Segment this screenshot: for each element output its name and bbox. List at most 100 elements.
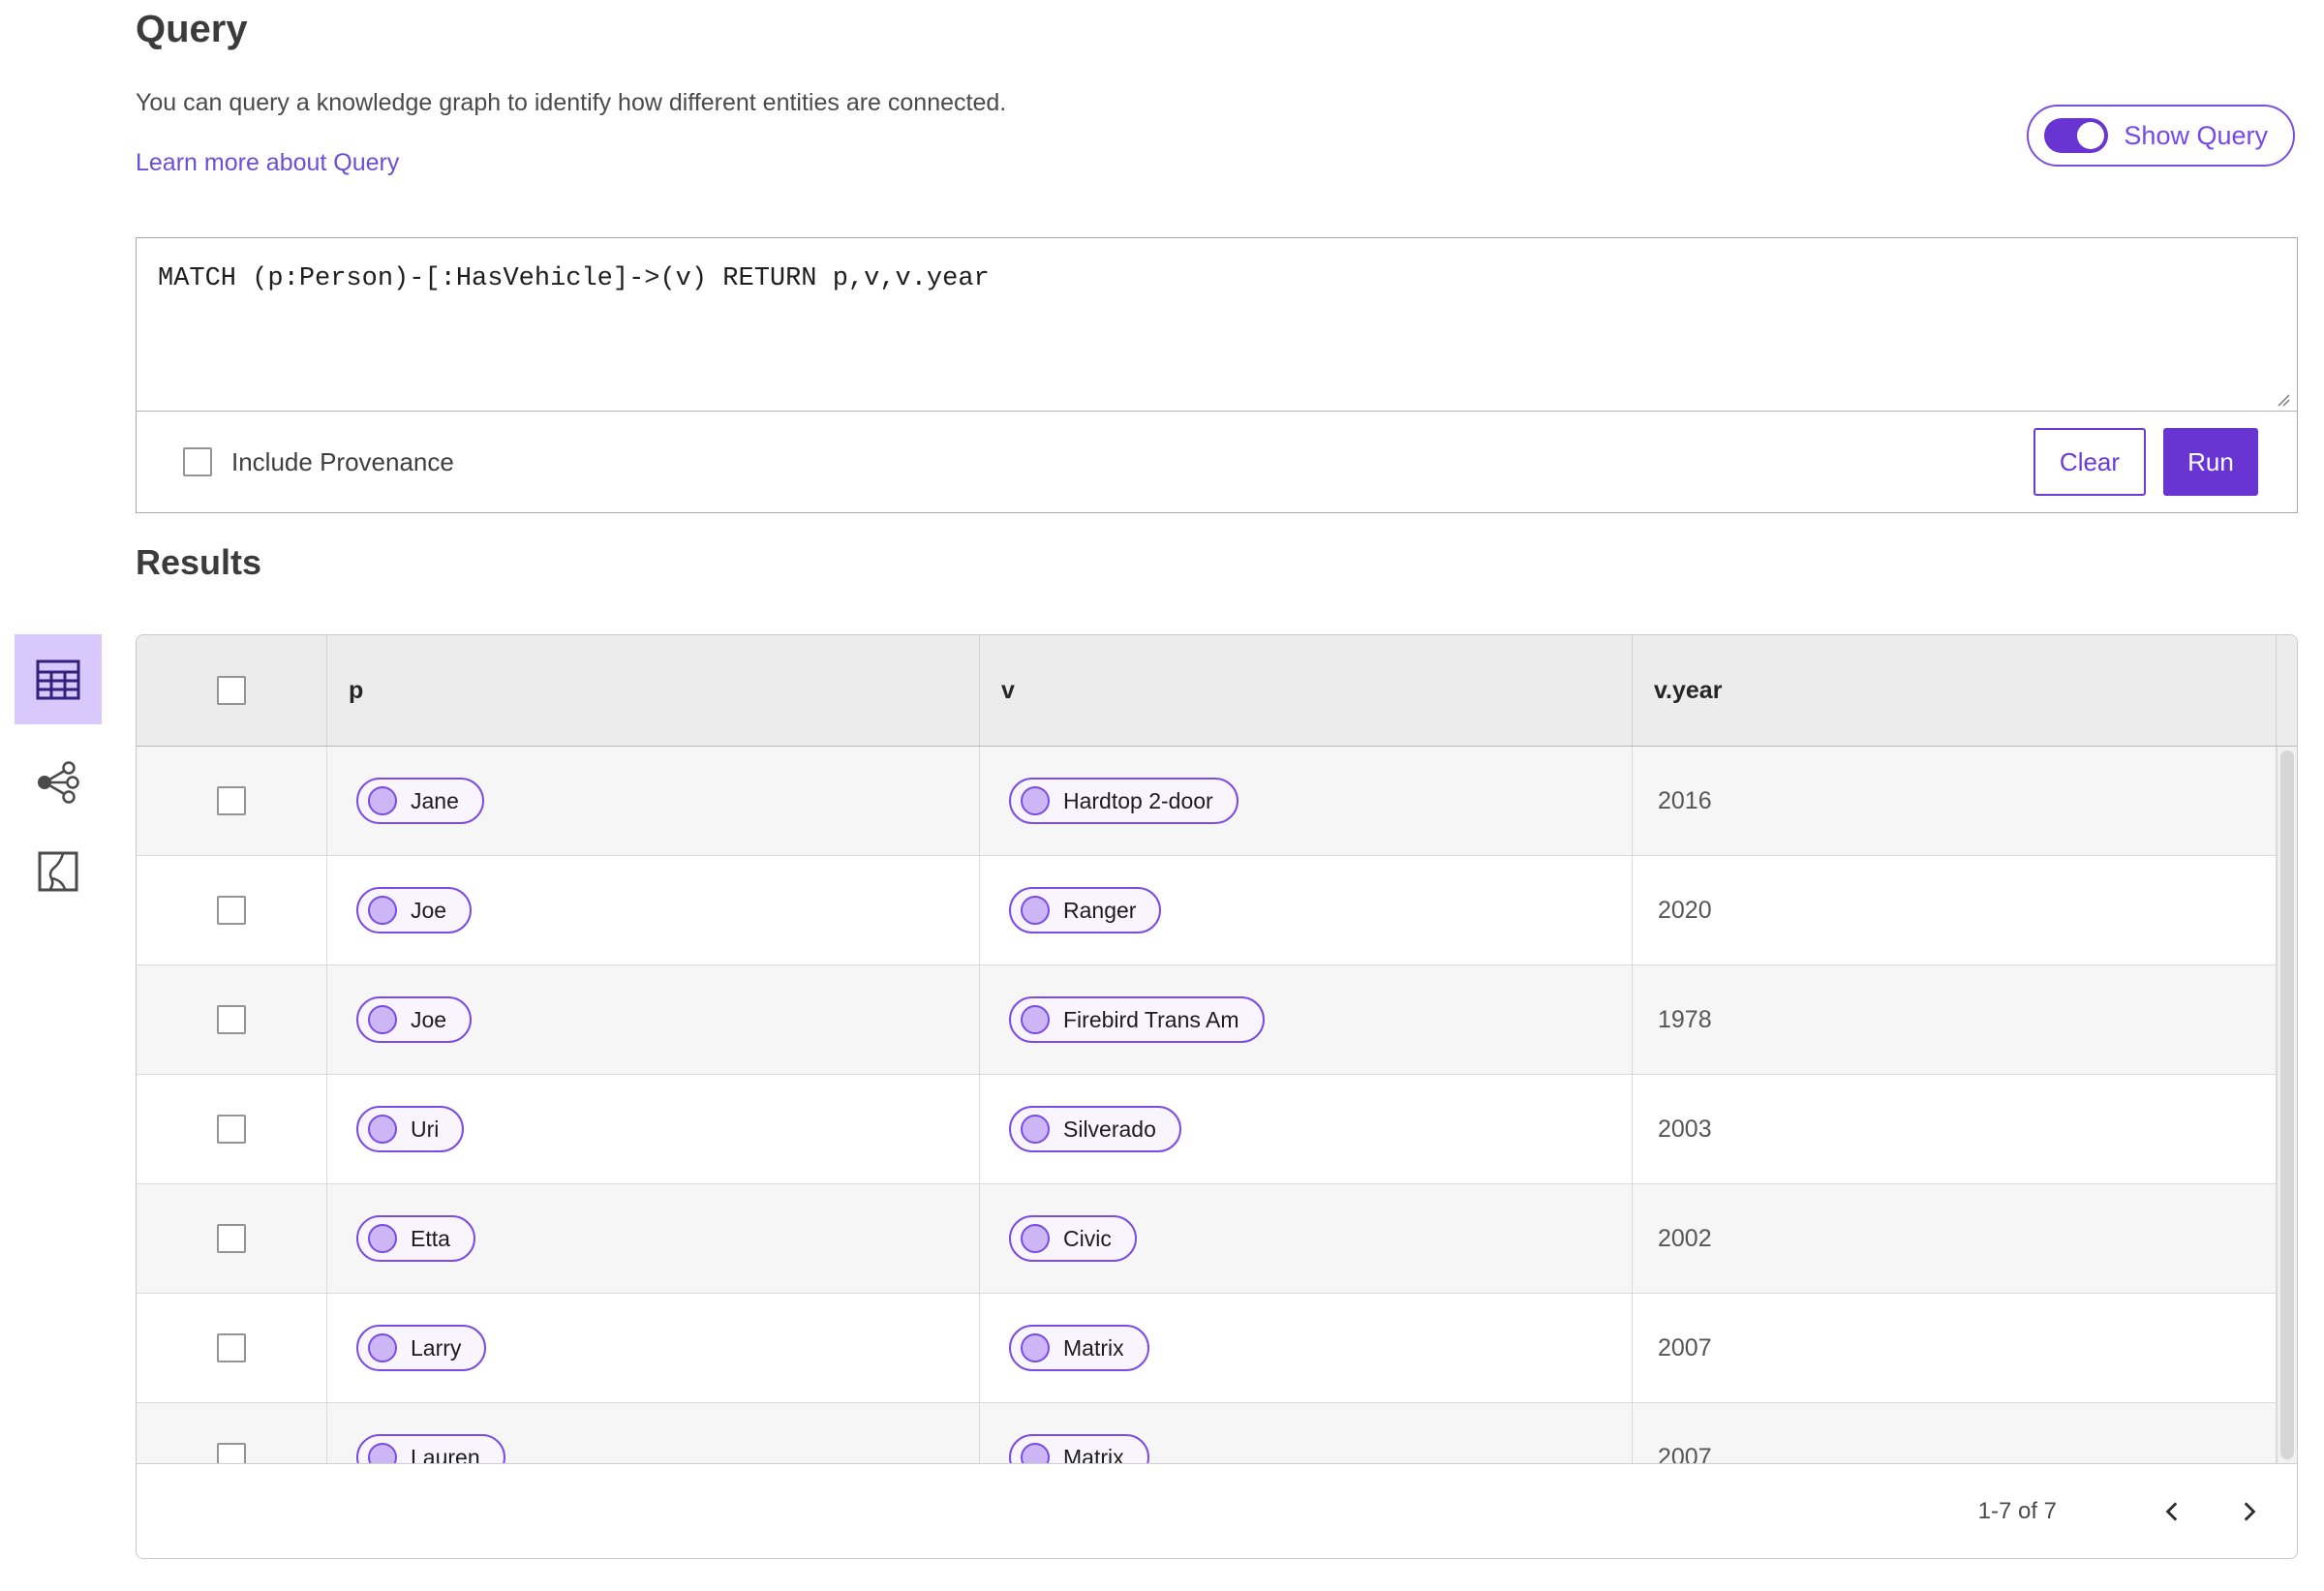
node-icon <box>368 1333 397 1362</box>
node-label: Joe <box>411 897 447 923</box>
node-label: Etta <box>411 1225 450 1251</box>
table-row: Etta Civic 2002 <box>137 1184 2297 1294</box>
view-item-map[interactable] <box>15 841 102 903</box>
node-label: Ranger <box>1063 897 1137 923</box>
node-label: Larry <box>411 1334 462 1361</box>
node-label: Uri <box>411 1116 440 1142</box>
person-node-pill[interactable]: Joe <box>356 887 473 933</box>
node-label: Jane <box>411 787 459 813</box>
row-select-cell <box>137 1075 327 1183</box>
vehicle-node-pill[interactable]: Silverado <box>1009 1106 1181 1152</box>
node-label: Matrix <box>1063 1334 1124 1361</box>
toggle-knob <box>2077 122 2105 149</box>
table-body: Jane Hardtop 2-door 2016 Joe Ranger 2020… <box>137 747 2297 1558</box>
vehicle-node-pill[interactable]: Firebird Trans Am <box>1009 996 1265 1043</box>
chevron-left-icon[interactable] <box>2152 1490 2194 1533</box>
table-pagination: 1-7 of 7 <box>137 1463 2297 1558</box>
row-select-cell <box>137 1294 327 1402</box>
toggle-switch-icon[interactable] <box>2044 118 2109 153</box>
chevron-right-icon[interactable] <box>2227 1490 2270 1533</box>
header-select-cell <box>137 635 327 746</box>
vertical-scrollbar[interactable] <box>2277 747 2297 1463</box>
cell-v: Matrix <box>980 1294 1633 1402</box>
cell-v: Hardtop 2-door <box>980 747 1633 855</box>
node-icon <box>1021 1333 1050 1362</box>
node-icon <box>1021 1224 1050 1253</box>
page-title: Query <box>136 8 248 50</box>
cell-vyear: 1978 <box>1633 965 2277 1074</box>
view-item-graph[interactable] <box>15 751 102 813</box>
node-label: Civic <box>1063 1225 1112 1251</box>
row-select-cell <box>137 965 327 1074</box>
cell-vyear: 2007 <box>1633 1294 2277 1402</box>
page: { "query_section": { "title": "Query", "… <box>0 0 2324 1591</box>
row-checkbox[interactable] <box>217 896 246 925</box>
node-icon <box>368 896 397 925</box>
clear-button[interactable]: Clear <box>2034 428 2146 496</box>
cell-p: Uri <box>327 1075 980 1183</box>
query-input[interactable]: MATCH (p:Person)-[:HasVehicle]->(v) RETU… <box>137 238 2297 412</box>
person-node-pill[interactable]: Joe <box>356 996 473 1043</box>
node-icon <box>1021 1005 1050 1034</box>
learn-more-link[interactable]: Learn more about Query <box>136 149 399 177</box>
cell-p: Joe <box>327 965 980 1074</box>
cell-v: Silverado <box>980 1075 1633 1183</box>
vehicle-node-pill[interactable]: Civic <box>1009 1215 1137 1262</box>
node-label: Silverado <box>1063 1116 1156 1142</box>
select-all-checkbox[interactable] <box>217 676 246 705</box>
node-icon <box>368 1005 397 1034</box>
row-checkbox[interactable] <box>217 1005 246 1034</box>
map-view-icon <box>38 851 78 892</box>
person-node-pill[interactable]: Larry <box>356 1325 487 1371</box>
row-select-cell <box>137 856 327 964</box>
table-header: p v v.year <box>137 635 2297 747</box>
vehicle-node-pill[interactable]: Matrix <box>1009 1325 1149 1371</box>
column-header-p: p <box>327 635 980 746</box>
include-provenance-checkbox[interactable] <box>183 447 212 476</box>
table-row: Larry Matrix 2007 <box>137 1294 2297 1403</box>
scrollbar-thumb[interactable] <box>2280 750 2294 1459</box>
column-header-v: v <box>980 635 1633 746</box>
person-node-pill[interactable]: Etta <box>356 1215 475 1262</box>
node-label: Hardtop 2-door <box>1063 787 1213 813</box>
results-table-card: p v v.year Jane Hardtop 2-door 2016 Joe … <box>136 634 2298 1559</box>
cell-vyear: 2016 <box>1633 747 2277 855</box>
row-checkbox[interactable] <box>217 1333 246 1362</box>
run-button[interactable]: Run <box>2163 428 2258 496</box>
node-label: Firebird Trans Am <box>1063 1006 1239 1032</box>
node-icon <box>368 1224 397 1253</box>
graph-view-icon <box>38 761 79 804</box>
query-actions: Clear Run <box>2034 428 2258 496</box>
node-icon <box>1021 786 1050 815</box>
cell-vyear: 2002 <box>1633 1184 2277 1293</box>
pagination-range-label: 1-7 of 7 <box>1977 1497 2057 1524</box>
page-description: You can query a knowledge graph to ident… <box>136 89 1007 116</box>
row-checkbox[interactable] <box>217 1115 246 1144</box>
query-panel: MATCH (p:Person)-[:HasVehicle]->(v) RETU… <box>136 237 2298 513</box>
table-row: Joe Ranger 2020 <box>137 856 2297 965</box>
vehicle-node-pill[interactable]: Hardtop 2-door <box>1009 778 1238 824</box>
table-row: Jane Hardtop 2-door 2016 <box>137 747 2297 856</box>
node-icon <box>368 1115 397 1144</box>
table-row: Joe Firebird Trans Am 1978 <box>137 965 2297 1075</box>
cell-vyear: 2003 <box>1633 1075 2277 1183</box>
vehicle-node-pill[interactable]: Ranger <box>1009 887 1162 933</box>
person-node-pill[interactable]: Jane <box>356 778 484 824</box>
cell-v: Firebird Trans Am <box>980 965 1633 1074</box>
table-view-icon <box>36 659 80 699</box>
row-select-cell <box>137 747 327 855</box>
show-query-toggle[interactable]: Show Query <box>2027 105 2295 167</box>
row-select-cell <box>137 1184 327 1293</box>
query-toolbar: Include Provenance Clear Run <box>137 412 2297 512</box>
row-checkbox[interactable] <box>217 1224 246 1253</box>
results-view-switcher <box>15 634 102 903</box>
cell-p: Etta <box>327 1184 980 1293</box>
row-checkbox[interactable] <box>217 786 246 815</box>
cell-p: Joe <box>327 856 980 964</box>
node-icon <box>368 786 397 815</box>
view-item-table[interactable] <box>15 634 102 724</box>
cell-vyear: 2020 <box>1633 856 2277 964</box>
node-label: Joe <box>411 1006 447 1032</box>
cell-p: Larry <box>327 1294 980 1402</box>
person-node-pill[interactable]: Uri <box>356 1106 465 1152</box>
